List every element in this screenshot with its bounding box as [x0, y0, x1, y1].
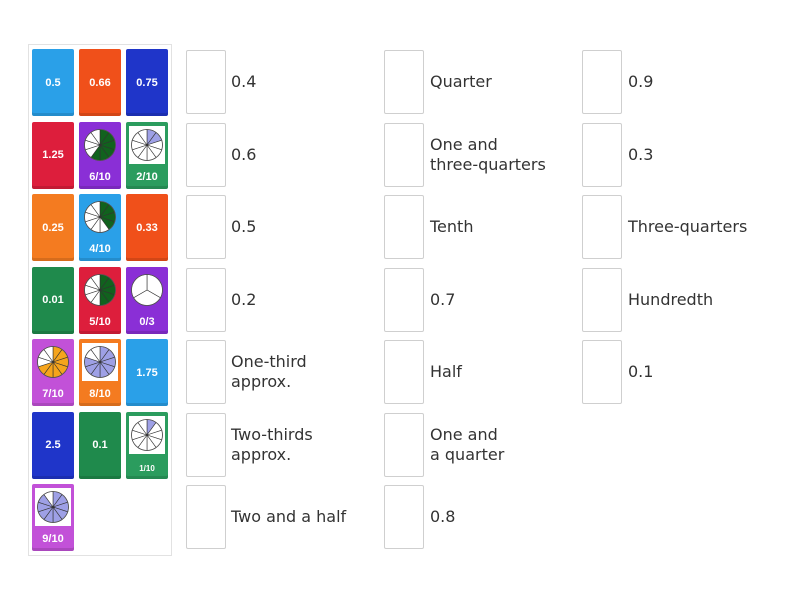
drop-slot[interactable] [186, 50, 226, 114]
fraction-card[interactable]: 4/10 [79, 194, 121, 261]
decimal-card[interactable]: 0.25 [32, 194, 74, 261]
card-value: 0.75 [136, 76, 158, 89]
fraction-caption: 6/10 [89, 170, 111, 183]
drop-slot[interactable] [186, 412, 226, 477]
fraction-caption: 5/10 [89, 315, 111, 328]
card-value: 0.66 [89, 76, 111, 89]
target-label: 0.4 [231, 72, 257, 91]
circle-9-of-10-icon [37, 491, 69, 523]
decimal-card[interactable]: 0.5 [32, 49, 74, 116]
circle-0-of-3-icon [131, 273, 163, 306]
drop-slot[interactable] [186, 267, 226, 332]
fraction-picture [129, 125, 165, 164]
card-value: 1.25 [42, 149, 64, 161]
target-label: One and a quarter [430, 424, 505, 464]
drop-slot[interactable] [384, 50, 424, 114]
fraction-picture [82, 198, 118, 236]
circle-6-of-10-icon [84, 128, 116, 161]
decimal-card[interactable]: 0.1 [79, 411, 121, 479]
target-label: Two-thirds approx. [231, 424, 313, 464]
drop-slot[interactable] [384, 122, 424, 187]
decimal-card[interactable]: 1.25 [32, 121, 74, 189]
circle-7-of-10-icon [37, 346, 69, 378]
card-value: 0.33 [136, 221, 158, 234]
decimal-card[interactable]: 0.75 [126, 49, 168, 116]
target-label: 0.8 [430, 507, 456, 526]
fraction-picture [82, 126, 118, 164]
fraction-caption: 2/10 [136, 170, 158, 183]
drop-slot[interactable] [384, 340, 424, 404]
drop-slot[interactable] [186, 485, 226, 549]
fraction-caption: 9/10 [42, 533, 64, 545]
fraction-card[interactable]: 5/10 [79, 266, 121, 334]
circle-4-of-10-icon [84, 201, 116, 233]
card-value: 2.5 [45, 439, 61, 451]
fraction-picture [129, 271, 165, 309]
card-value: 0.01 [42, 294, 64, 306]
decimal-card[interactable]: 0.66 [79, 49, 121, 116]
drop-slot[interactable] [582, 122, 622, 187]
drop-slot[interactable] [384, 267, 424, 332]
target-label: One and three-quarters [430, 134, 546, 174]
fraction-card[interactable]: 2/10 [126, 121, 168, 189]
drop-slot[interactable] [384, 195, 424, 259]
drop-slot[interactable] [582, 195, 622, 259]
fraction-card[interactable]: 1/10 [126, 411, 168, 479]
card-value: 1.75 [136, 366, 158, 379]
target-label: 0.2 [231, 289, 257, 309]
drop-slot[interactable] [186, 340, 226, 404]
drop-slot[interactable] [384, 412, 424, 477]
circle-1-of-10-icon [131, 418, 163, 451]
drop-slot[interactable] [186, 122, 226, 187]
target-label: Hundredth [628, 289, 714, 309]
fraction-picture [129, 415, 165, 454]
card-value: 0.25 [42, 221, 64, 234]
drop-slot[interactable] [384, 485, 424, 549]
card-value: 0.1 [92, 439, 108, 451]
circle-2-of-10-icon [131, 128, 163, 161]
fraction-picture [82, 343, 118, 381]
target-label: Tenth [430, 217, 474, 236]
drop-slot[interactable] [582, 50, 622, 114]
target-label: 0.7 [430, 289, 456, 309]
target-label: Half [430, 362, 462, 381]
fraction-card[interactable]: 0/3 [126, 266, 168, 334]
fraction-card[interactable]: 6/10 [79, 121, 121, 189]
target-label: 0.5 [231, 217, 257, 236]
target-label: Quarter [430, 72, 492, 91]
target-label: Three-quarters [628, 217, 748, 236]
fraction-picture [35, 488, 71, 526]
fraction-picture [35, 343, 71, 381]
target-label: 0.9 [628, 72, 654, 91]
decimal-card[interactable]: 0.01 [32, 266, 74, 334]
target-label: 0.3 [628, 144, 654, 164]
fraction-card[interactable]: 9/10 [32, 484, 74, 551]
fraction-caption: 8/10 [89, 388, 111, 400]
fraction-caption: 4/10 [89, 243, 111, 255]
drop-slot[interactable] [186, 195, 226, 259]
decimal-card[interactable]: 2.5 [32, 411, 74, 479]
fraction-picture [82, 271, 118, 309]
decimal-card[interactable]: 1.75 [126, 339, 168, 406]
target-label: 0.1 [628, 362, 654, 381]
fraction-caption: 0/3 [139, 315, 155, 328]
drop-slot[interactable] [582, 267, 622, 332]
drop-slot[interactable] [582, 340, 622, 404]
circle-5-of-10-icon [84, 273, 116, 306]
fraction-caption: 1/10 [139, 463, 155, 473]
target-label: Two and a half [231, 507, 347, 526]
decimal-card[interactable]: 0.33 [126, 194, 168, 261]
fraction-card[interactable]: 7/10 [32, 339, 74, 406]
target-label: 0.6 [231, 144, 257, 164]
circle-8-of-10-icon [84, 346, 116, 378]
fraction-card[interactable]: 8/10 [79, 339, 121, 406]
target-label: One-third approx. [231, 352, 307, 391]
fraction-caption: 7/10 [42, 388, 64, 400]
card-value: 0.5 [45, 76, 61, 89]
